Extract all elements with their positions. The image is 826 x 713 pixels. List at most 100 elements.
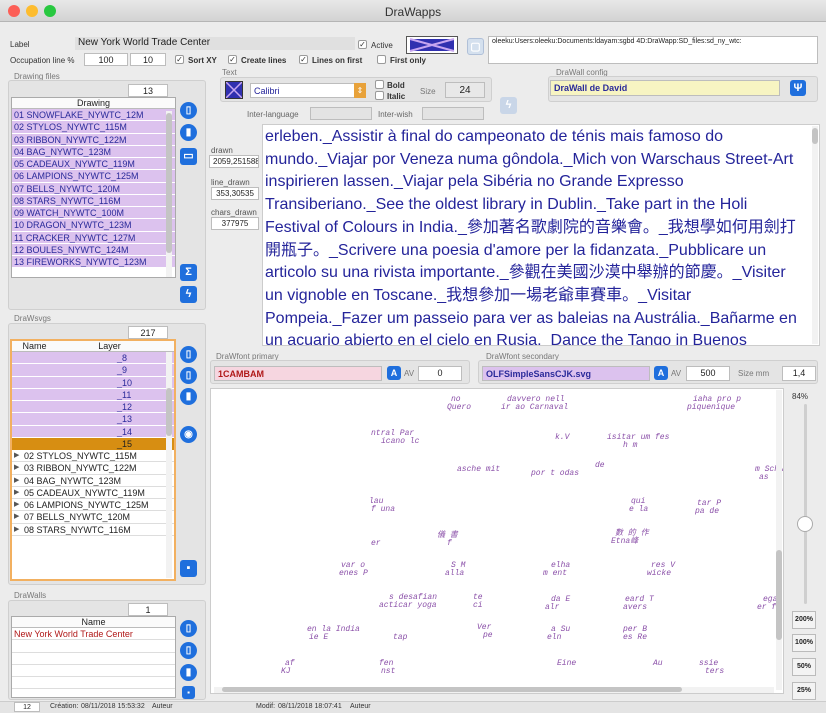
files-flash-icon[interactable]: ϟ (180, 286, 197, 303)
svg-tree-item[interactable]: ▶ 07 BELLS_NYWTC_120M (12, 511, 174, 524)
layer-row[interactable]: _10 (12, 376, 174, 389)
layer-row[interactable]: _14 (12, 425, 174, 438)
svg-tree-item[interactable]: ▶ 06 LAMPIONS_NYWTC_125M (12, 499, 174, 512)
font-select-chevron-icon[interactable]: ⇕ (354, 83, 366, 98)
active-checkbox[interactable]: ✓ (358, 40, 367, 49)
size-mm-field[interactable]: 1,4 (782, 366, 816, 381)
disclosure-triangle-icon[interactable]: ▶ (14, 524, 24, 535)
zoom-25-button[interactable]: 25% (792, 682, 816, 700)
fonts-av-field[interactable]: 500 (686, 366, 730, 381)
svgs-save-icon[interactable]: ▪ (180, 560, 197, 577)
config-select[interactable]: DraWall de David (550, 80, 780, 96)
file-list-item[interactable]: 01 SNOWFLAKE_NYWTC_12M (12, 109, 175, 122)
file-list-item[interactable]: 06 LAMPIONS_NYWTC_125M (12, 170, 175, 183)
svg-tree-label: 04 BAG_NYWTC_123M (24, 475, 122, 486)
walls-delete-icon[interactable]: ▮ (180, 664, 197, 681)
size-field[interactable]: 24 (445, 82, 485, 98)
svg-tree-item[interactable]: ▶ 03 RIBBON_NYWTC_122M (12, 462, 174, 475)
files-folder-icon[interactable]: ▭ (180, 148, 197, 165)
file-list-item[interactable]: 09 WATCH_NYWTC_100M (12, 207, 175, 220)
font-select[interactable]: Calibri (250, 83, 366, 98)
files-scrollbar[interactable] (166, 111, 172, 277)
disclosure-triangle-icon[interactable]: ▶ (14, 475, 24, 486)
files-count: 13 (128, 84, 168, 97)
zoom-100-button[interactable]: 100% (792, 634, 816, 652)
disclosure-triangle-icon[interactable]: ▶ (14, 487, 24, 498)
file-list-item[interactable]: 03 RIBBON_NYWTC_122M (12, 133, 175, 146)
files-list[interactable]: Drawing 01 SNOWFLAKE_NYWTC_12M 02 STYLOS_… (11, 97, 176, 278)
file-list-item[interactable]: 10 DRAGON_NYWTC_123M (12, 219, 175, 232)
file-list-item[interactable]: 11 CRACKER_NYWTC_127M (12, 231, 175, 244)
svgs-doc-icon[interactable]: ▯ (180, 367, 197, 384)
file-list-item[interactable]: 05 CADEAUX_NYWTC_119M (12, 158, 175, 171)
folder-path-button[interactable]: ▢ (467, 38, 484, 55)
svg-tree-item[interactable]: ▶ 04 BAG_NYWTC_123M (12, 475, 174, 487)
files-new-icon[interactable]: ▯ (180, 102, 197, 119)
file-list-item[interactable]: 12 BOULES_NYWTC_124M (12, 243, 175, 256)
drawing-canvas[interactable]: no Quero davvero nell ir ao Carnaval iaha pr… (210, 388, 784, 694)
linesfirst-checkbox[interactable]: ✓ (299, 55, 308, 64)
walls-doc-icon[interactable]: ▯ (180, 642, 197, 659)
file-list-item[interactable]: 04 BAG_NYWTC_123M (12, 145, 175, 158)
svgs-eye-icon[interactable]: ◉ (180, 426, 197, 443)
disclosure-triangle-icon[interactable]: ▶ (14, 511, 24, 522)
files-delete-icon[interactable]: ▮ (180, 124, 197, 141)
occupation-field-1[interactable]: 100 (84, 53, 128, 66)
svgs-new-icon[interactable]: ▯ (180, 346, 197, 363)
interwish-field[interactable] (422, 107, 484, 120)
disclosure-triangle-icon[interactable]: ▶ (14, 462, 24, 473)
svgs-scrollbar[interactable] (166, 352, 172, 578)
disclosure-triangle-icon[interactable]: ▶ (14, 450, 24, 461)
italic-checkbox[interactable] (375, 91, 384, 100)
file-list-item[interactable]: 08 STARS_NYWTC_116M (12, 194, 175, 207)
canvas-vscrollbar[interactable] (776, 390, 782, 690)
label-field[interactable]: New York World Trade Center (75, 37, 355, 50)
canvas-text-fragment: tap (393, 633, 408, 642)
zoom-200-button[interactable]: 200% (792, 611, 816, 629)
fontp-a-button[interactable]: A (387, 366, 401, 380)
svgs-delete-icon[interactable]: ▮ (180, 388, 197, 405)
zoom-slider-track[interactable] (804, 404, 807, 604)
file-list-item[interactable]: 13 FIREWORKS_NYWTC_123M (12, 256, 175, 269)
layer-row[interactable]: _8 (12, 352, 174, 365)
canvas-hscrollbar[interactable] (214, 687, 774, 693)
zoom-slider-knob[interactable] (797, 516, 813, 532)
svg-tree-item[interactable]: ▶ 08 STARS_NYWTC_116M (12, 524, 174, 536)
firstonly-checkbox[interactable] (377, 55, 386, 64)
canvas-text-fragment: es Re (623, 633, 648, 642)
layer-row[interactable]: _12 (12, 401, 174, 414)
walls-list[interactable]: Name New York World Trade Center (11, 616, 176, 698)
zoom-50-button[interactable]: 50% (792, 658, 816, 676)
config-user-button[interactable]: Ψ (790, 80, 806, 96)
bold-checkbox[interactable] (375, 80, 384, 89)
pattern-preview[interactable] (406, 36, 458, 54)
disclosure-triangle-icon[interactable]: ▶ (14, 499, 24, 510)
file-list-item[interactable]: 07 BELLS_NYWTC_120M (12, 182, 175, 195)
file-list-item[interactable]: 02 STYLOS_NYWTC_115M (12, 121, 175, 134)
fonts-select[interactable]: OLFSimpleSansCJK.svg (482, 366, 650, 381)
fontp-select[interactable]: 1CAMBAM (214, 366, 382, 381)
text-scrollbar[interactable] (812, 126, 818, 344)
fontp-av-field[interactable]: 0 (418, 366, 462, 381)
svg-tree-item[interactable]: ▶ 05 CADEAUX_NYWTC_119M (12, 487, 174, 499)
files-sum-icon[interactable]: Σ (180, 264, 197, 281)
walls-new-icon[interactable]: ▯ (180, 620, 197, 637)
text-color-swatch[interactable] (225, 81, 243, 99)
walls-caption: DraWalls (14, 591, 47, 600)
text-preview[interactable]: erleben._Assistir à final do campeonato … (262, 124, 820, 346)
svg-tree-item[interactable]: ▶ 02 STYLOS_NYWTC_115M (12, 450, 174, 463)
layer-row[interactable]: _13 (12, 413, 174, 426)
svgs-list[interactable]: Name Layer _8 _9 _10 _11 _12 _13 _14 _15 ▶ 02 ST… (10, 339, 176, 581)
layer-row[interactable]: _11 (12, 388, 174, 401)
fonts-a-button[interactable]: A (654, 366, 668, 380)
layer-row[interactable]: _15 (12, 437, 174, 450)
path-field[interactable]: oleeku:Users:oleeku:Documents:ldayam:sgb… (488, 36, 818, 64)
interlang-field[interactable] (310, 107, 372, 120)
createlines-checkbox[interactable]: ✓ (228, 55, 237, 64)
wall-item[interactable]: New York World Trade Center (12, 628, 175, 641)
occupation-field-2[interactable]: 10 (130, 53, 166, 66)
layer-row[interactable]: _9 (12, 364, 174, 377)
flash-button[interactable]: ϟ (500, 97, 517, 114)
sortxy-checkbox[interactable]: ✓ (175, 55, 184, 64)
walls-save-icon[interactable]: ▪ (182, 686, 195, 699)
